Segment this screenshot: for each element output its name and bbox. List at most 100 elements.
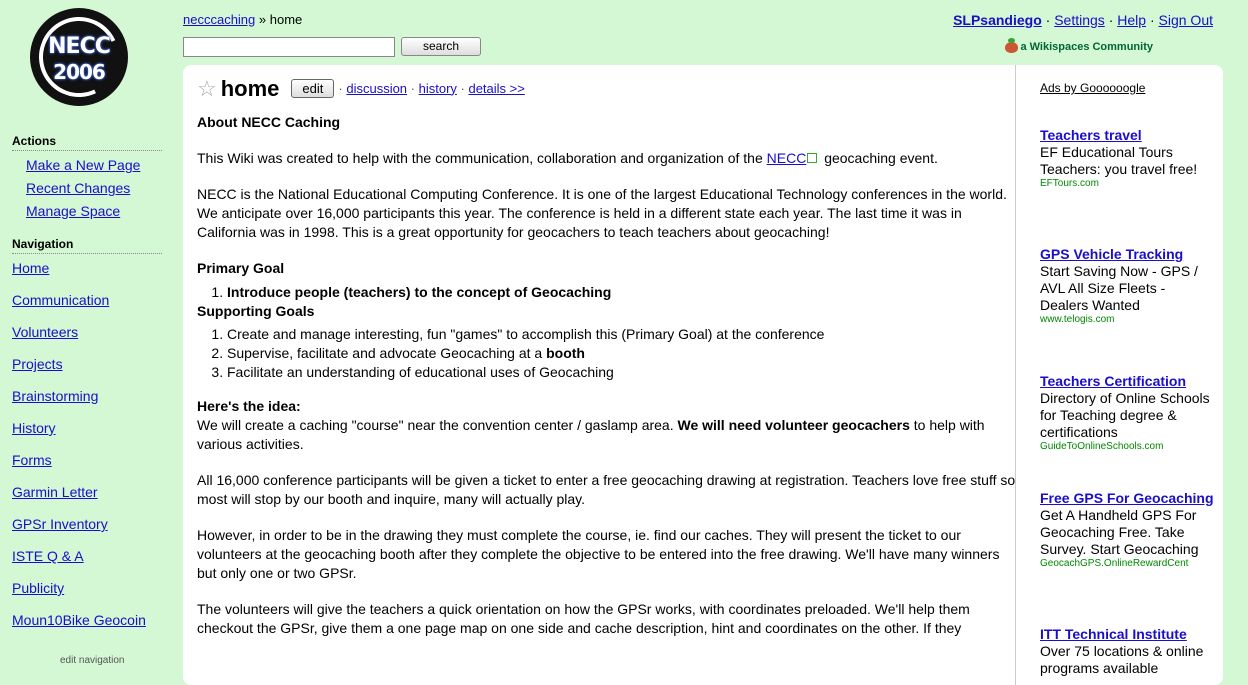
ad-url[interactable]: www.telogis.com: [1040, 314, 1216, 326]
sidebar-item-communication[interactable]: Communication: [12, 292, 172, 308]
necc-description-paragraph: NECC is the National Educational Computi…: [197, 186, 1007, 240]
tab-history[interactable]: history: [419, 81, 457, 96]
sidebar-item-history[interactable]: History: [12, 420, 172, 436]
ad-item[interactable]: GPS Vehicle Tracking Start Saving Now - …: [1040, 246, 1216, 326]
list-item: Supervise, facilitate and advocate Geoca…: [227, 344, 1017, 363]
sidebar-item-projects[interactable]: Projects: [12, 356, 172, 372]
ad-description: EF Educational Tours Teachers: you trave…: [1040, 144, 1198, 177]
page-title: home: [220, 75, 280, 101]
sidebar-item-moun10bike-geocoin[interactable]: Moun10Bike Geocoin: [12, 612, 172, 628]
separator: ·: [407, 80, 419, 96]
ad-title[interactable]: Free GPS For Geocaching: [1040, 490, 1214, 506]
about-heading: About NECC Caching: [197, 114, 341, 130]
search-button[interactable]: search: [401, 37, 481, 56]
list-item: Create and manage interesting, fun "game…: [227, 325, 1017, 344]
intro-paragraph: This Wiki was created to help with the c…: [197, 149, 1017, 168]
content-panel: ☆ home edit · discussion · history · det…: [183, 65, 1223, 685]
text: We will create a caching "course" near t…: [197, 417, 678, 433]
separator: ·: [456, 80, 469, 96]
necc-link[interactable]: NECC: [767, 150, 807, 166]
text: geocaching event.: [820, 150, 938, 166]
ad-title[interactable]: Teachers Certification: [1040, 373, 1186, 389]
sidebar-item-publicity[interactable]: Publicity: [12, 580, 172, 596]
sidebar-item-home[interactable]: Home: [12, 260, 172, 276]
logo-text-line2: 2006: [53, 60, 106, 84]
search-bar: search: [183, 37, 481, 57]
text: Supervise, facilitate and advocate Geoca…: [227, 345, 547, 361]
search-input[interactable]: [183, 37, 395, 57]
page-header: ☆ home edit · discussion · history · det…: [197, 75, 1017, 101]
list-item: Introduce people (teachers) to the conce…: [227, 283, 1017, 302]
ad-description: Get A Handheld GPS For Geocaching Free. …: [1040, 507, 1199, 557]
primary-goal-heading: Primary Goal: [197, 260, 285, 276]
help-link[interactable]: Help: [1117, 12, 1146, 28]
ad-title[interactable]: GPS Vehicle Tracking: [1040, 246, 1183, 262]
actions-list: Make a New Page Recent Changes Manage Sp…: [12, 157, 172, 219]
ads-column: Ads by Goooooogle Teachers travel EF Edu…: [1015, 65, 1248, 685]
separator: ·: [1104, 12, 1118, 28]
necc-logo[interactable]: NECC 2006: [27, 5, 131, 109]
sidebar-item-forms[interactable]: Forms: [12, 452, 172, 468]
ads-header-link[interactable]: Ads by Goooooogle: [1040, 81, 1145, 95]
navigation-heading: Navigation: [12, 237, 162, 254]
supporting-goals-list: Create and manage interesting, fun "game…: [197, 325, 1017, 382]
sidebar: Actions Make a New Page Recent Changes M…: [12, 134, 172, 644]
tab-details[interactable]: details >>: [468, 81, 524, 96]
ad-description: Start Saving Now - GPS / AVL All Size Fl…: [1040, 263, 1198, 313]
primary-goal-list: Introduce people (teachers) to the conce…: [197, 283, 1017, 302]
idea-paragraph: We will create a caching "course" near t…: [197, 416, 1017, 454]
external-link-icon: [807, 153, 818, 163]
breadcrumb: necccaching » home: [183, 12, 302, 27]
text: Introduce people (teachers) to the conce…: [227, 284, 612, 300]
ad-title[interactable]: ITT Technical Institute: [1040, 626, 1187, 642]
idea-heading: Here's the idea:: [197, 398, 301, 414]
sidebar-item-brainstorming[interactable]: Brainstorming: [12, 388, 172, 404]
ad-url[interactable]: EFTours.com: [1040, 178, 1216, 190]
separator: ·: [1146, 12, 1159, 28]
edit-navigation-link[interactable]: edit navigation: [60, 655, 125, 666]
wikispaces-bug-icon: [1005, 37, 1019, 53]
sidebar-action-recent-changes[interactable]: Recent Changes: [26, 180, 172, 196]
supporting-goals-heading: Supporting Goals: [197, 303, 315, 319]
logo-text-line1: NECC: [48, 34, 111, 59]
ad-description: Over 75 locations & online programs avai…: [1040, 643, 1204, 676]
text: We will need volunteer geocachers: [677, 417, 910, 433]
user-links: SLPsandiego · Settings · Help · Sign Out: [953, 12, 1213, 28]
sidebar-item-volunteers[interactable]: Volunteers: [12, 324, 172, 340]
breadcrumb-space-link[interactable]: necccaching: [183, 12, 255, 27]
star-icon[interactable]: ☆: [197, 77, 217, 99]
ad-title[interactable]: Teachers travel: [1040, 127, 1142, 143]
tab-discussion[interactable]: discussion: [346, 81, 407, 96]
sidebar-item-gpsr-inventory[interactable]: GPSr Inventory: [12, 516, 172, 532]
breadcrumb-separator: »: [255, 12, 270, 27]
ad-url[interactable]: GuideToOnlineSchools.com: [1040, 441, 1216, 453]
edit-button[interactable]: edit: [291, 78, 335, 98]
wikispaces-community-link[interactable]: a Wikispaces Community: [1005, 37, 1153, 53]
ad-description: Directory of Online Schools for Teaching…: [1040, 390, 1210, 440]
ad-item[interactable]: Teachers travel EF Educational Tours Tea…: [1040, 127, 1216, 190]
navigation-list: Home Communication Volunteers Projects B…: [12, 260, 172, 628]
text: booth: [546, 345, 585, 361]
page-tabs: · discussion · history · details >>: [338, 79, 524, 98]
sidebar-item-garmin-letter[interactable]: Garmin Letter: [12, 484, 172, 500]
username-link[interactable]: SLPsandiego: [953, 12, 1042, 28]
sidebar-item-iste-qa[interactable]: ISTE Q & A: [12, 548, 172, 564]
ad-item[interactable]: Teachers Certification Directory of Onli…: [1040, 373, 1216, 453]
sign-out-link[interactable]: Sign Out: [1159, 12, 1213, 28]
separator: ·: [1041, 12, 1055, 28]
ad-url[interactable]: GeocachGPS.OnlineRewardCent: [1040, 558, 1216, 570]
drawing-paragraph: However, in order to be in the drawing t…: [197, 527, 1000, 581]
ad-item[interactable]: ITT Technical Institute Over 75 location…: [1040, 626, 1216, 677]
settings-link[interactable]: Settings: [1054, 12, 1105, 28]
sidebar-action-new-page[interactable]: Make a New Page: [26, 157, 172, 173]
sidebar-action-manage-space[interactable]: Manage Space: [26, 203, 172, 219]
list-item: Facilitate an understanding of education…: [227, 363, 1017, 382]
breadcrumb-current-page: home: [269, 12, 303, 27]
page-content: ☆ home edit · discussion · history · det…: [197, 75, 1017, 638]
ads-header[interactable]: Ads by Goooooogle: [1040, 81, 1248, 95]
volunteers-paragraph: The volunteers will give the teachers a …: [197, 601, 970, 636]
text: This Wiki was created to help with the c…: [197, 150, 767, 166]
community-label: a Wikispaces Community: [1020, 41, 1153, 53]
actions-heading: Actions: [12, 134, 162, 151]
ad-item[interactable]: Free GPS For Geocaching Get A Handheld G…: [1040, 490, 1216, 570]
